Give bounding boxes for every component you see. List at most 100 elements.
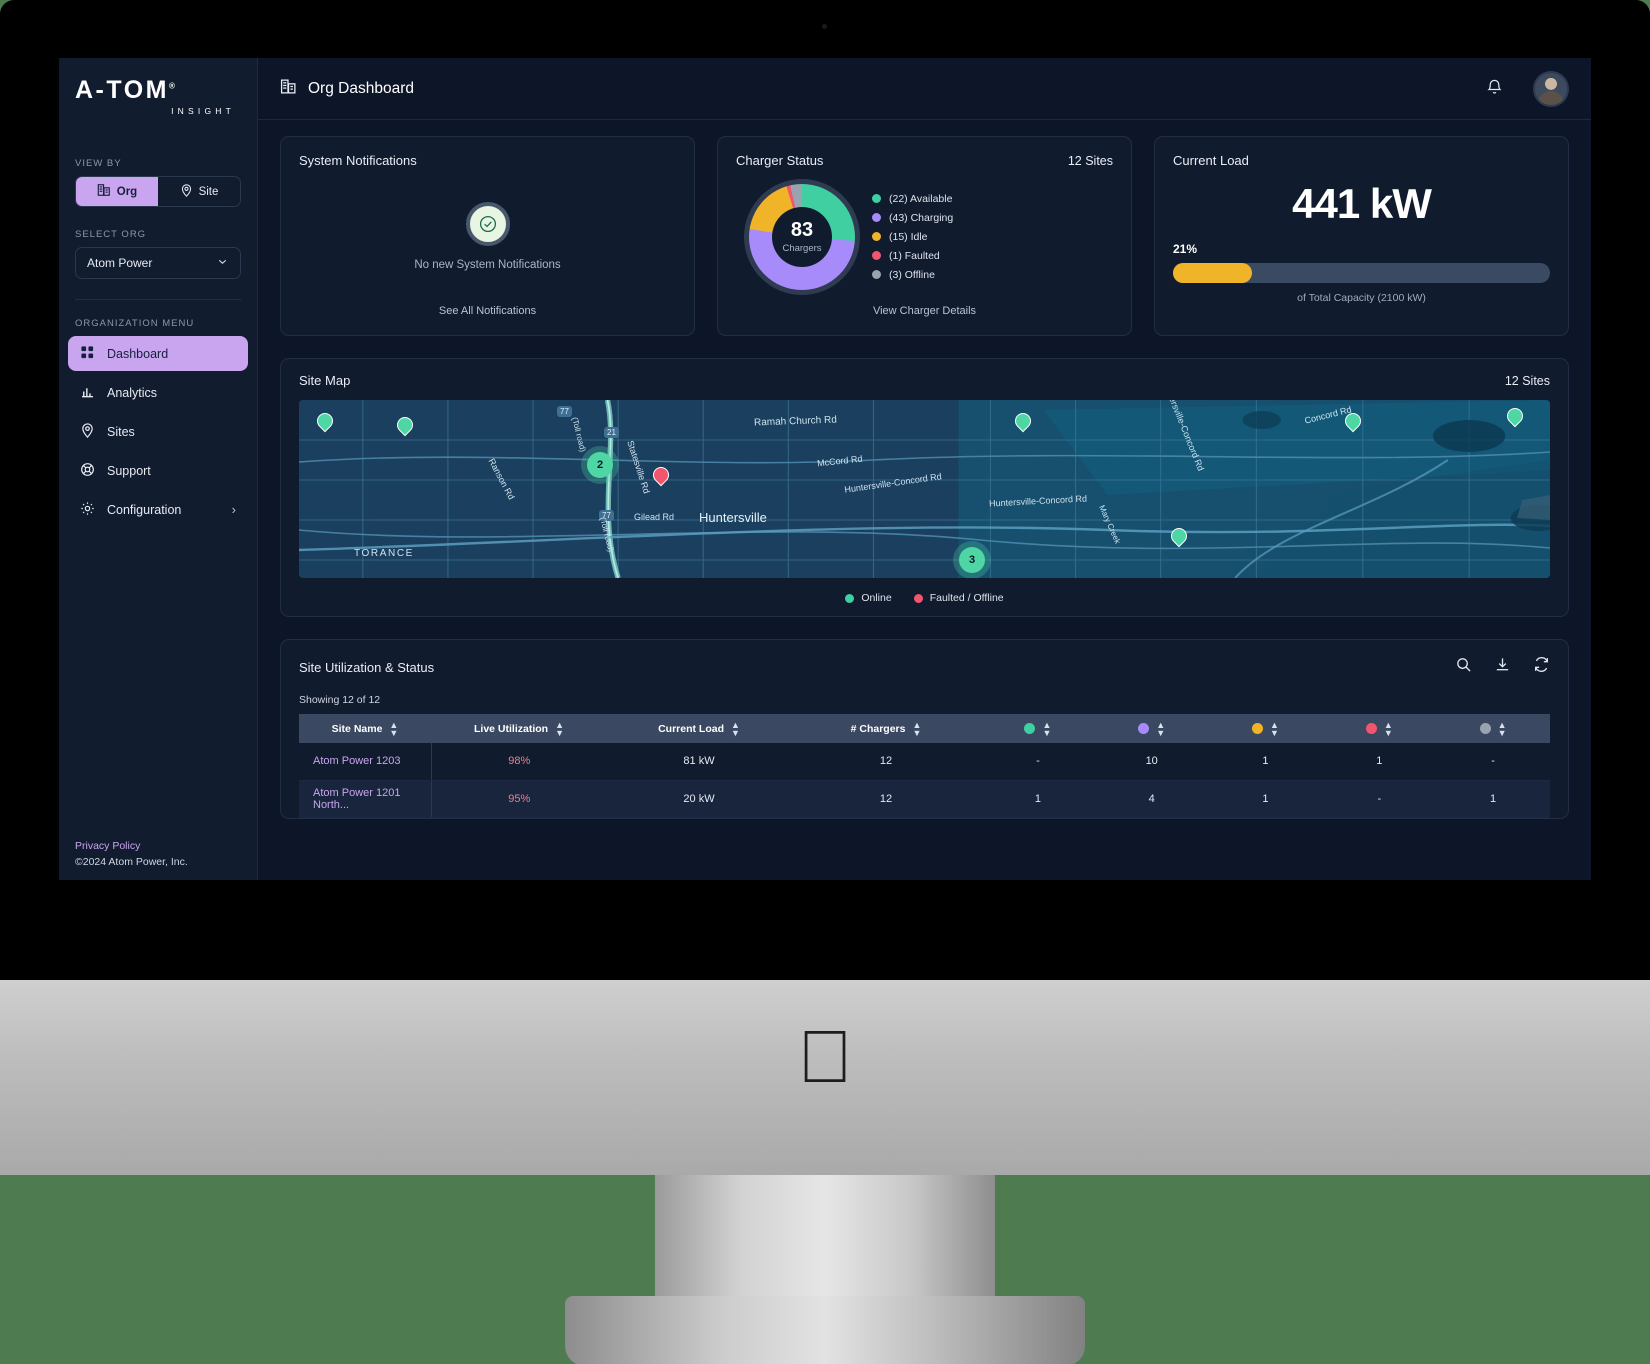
site-map-header: Site Map 12 Sites	[299, 373, 1550, 388]
table-head: Site Name ▲ ▼ Live Utilization ▲ ▼ Curre…	[299, 714, 1550, 743]
current-load-title: Current Load	[1173, 153, 1249, 168]
site-map-legend: Online Faulted / Offline	[299, 592, 1550, 604]
gear-icon	[80, 501, 95, 519]
privacy-policy-link[interactable]: Privacy Policy	[75, 840, 241, 852]
sort-icon: ▲ ▼	[1497, 719, 1507, 738]
map-legend-label-online: Online	[861, 592, 892, 604]
main-area: Org Dashboard System Notifications No ne…	[258, 58, 1591, 880]
map-cluster-count: 3	[968, 554, 976, 566]
sidebar-item-configuration[interactable]: Configuration ›	[68, 492, 248, 527]
view-by-label: VIEW BY	[75, 158, 122, 169]
sidebar-item-configuration-label: Configuration	[107, 502, 182, 517]
view-by-toggle[interactable]: Org Site	[75, 176, 241, 207]
chevron-down-icon	[216, 255, 229, 271]
site-utilization-table: Site Name ▲ ▼ Live Utilization ▲ ▼ Curre…	[299, 714, 1550, 818]
map-label-huntersville: Huntersville	[699, 510, 767, 525]
cell-site-name[interactable]: Atom Power 1203	[299, 743, 432, 781]
legend-label-charging: (43) Charging	[889, 211, 954, 224]
cell-current-load: 20 kW	[607, 780, 791, 818]
system-notifications-body: No new System Notifications	[299, 168, 676, 305]
cell-available: -	[981, 743, 1095, 781]
legend-item-idle: (15) Idle	[872, 231, 953, 243]
charger-status-header: Charger Status 12 Sites	[736, 153, 1113, 168]
sort-icon: ▲ ▼	[555, 719, 564, 738]
route-shield-77: 77	[557, 406, 572, 417]
legend-dot-idle	[872, 232, 881, 241]
column-header-num-chargers[interactable]: # Chargers ▲ ▼	[791, 714, 981, 743]
table-row[interactable]: Atom Power 1203 98% 81 kW 12 - 10 1 1 -	[299, 743, 1550, 781]
current-load-capacity-note: of Total Capacity (2100 kW)	[1297, 292, 1426, 304]
sidebar-divider	[75, 299, 241, 300]
organization-menu-label: ORGANIZATION MENU	[75, 318, 195, 329]
table-row[interactable]: Atom Power 1201 North... 95% 20 kW 12 1 …	[299, 780, 1550, 818]
cell-live-utilization: 98%	[431, 743, 607, 781]
map-pin-site[interactable]	[393, 413, 417, 439]
map-cluster-count: 2	[596, 459, 604, 471]
map-pin-site[interactable]	[1341, 409, 1365, 435]
map-legend-dot-online	[845, 593, 855, 603]
legend-dot-charging	[872, 213, 881, 222]
avatar[interactable]	[1533, 70, 1569, 107]
sidebar-item-support[interactable]: Support	[68, 453, 248, 488]
map-pin-site-faulted[interactable]	[649, 463, 673, 489]
org-select[interactable]: Atom Power	[75, 247, 241, 279]
sidebar-item-dashboard[interactable]: Dashboard	[68, 336, 248, 371]
column-header-charging[interactable]: ▲ ▼	[1094, 714, 1209, 743]
search-icon[interactable]	[1455, 656, 1472, 678]
refresh-icon[interactable]	[1533, 656, 1550, 678]
map-pin-site[interactable]	[1167, 524, 1191, 550]
charger-status-sites-count: 12 Sites	[1067, 153, 1113, 168]
check-circle-icon	[465, 202, 510, 246]
cell-site-name[interactable]: Atom Power 1201 North...	[299, 780, 432, 818]
view-charger-details-link[interactable]: View Charger Details	[736, 305, 1113, 319]
site-utilization-header: Site Utilization & Status	[299, 656, 1550, 678]
imac-monitor: A-TOM® INSIGHT VIEW BY Org Site SELECT O…	[0, 0, 1650, 980]
column-header-current-load[interactable]: Current Load ▲ ▼	[607, 714, 791, 743]
legend-item-faulted: (1) Faulted	[872, 250, 953, 262]
charger-status-legend: (22) Available (43) Charging (15) Idle (…	[872, 193, 953, 281]
map-pin-site[interactable]	[1011, 409, 1035, 435]
map-pin-icon	[649, 463, 673, 487]
sort-icon: ▲ ▼	[1042, 719, 1052, 738]
legend-dot-offline	[872, 270, 881, 279]
legend-item-charging: (43) Charging	[872, 212, 953, 224]
sidebar-footer: Privacy Policy ©2024 Atom Power, Inc.	[59, 840, 257, 868]
current-load-progress-track	[1173, 263, 1550, 283]
column-header-offline[interactable]: ▲ ▼	[1436, 714, 1550, 743]
view-by-org-button[interactable]: Org	[76, 177, 158, 206]
route-shield-21: 21	[604, 427, 619, 438]
see-all-notifications-link[interactable]: See All Notifications	[299, 305, 676, 319]
donut-center: 83 Chargers	[772, 206, 832, 267]
screen: A-TOM® INSIGHT VIEW BY Org Site SELECT O…	[59, 58, 1591, 880]
download-icon[interactable]	[1494, 656, 1511, 678]
column-label-site-name: Site Name	[331, 722, 383, 735]
site-map-canvas[interactable]: 77 21 77 Ramah Church Rd Huntersville TO…	[299, 400, 1550, 578]
chevron-right-icon: ›	[231, 502, 236, 517]
sidebar-item-analytics[interactable]: Analytics	[68, 375, 248, 410]
column-label-live-utilization: Live Utilization	[473, 722, 549, 735]
org-select-value: Atom Power	[87, 256, 153, 270]
select-org-section: SELECT ORG Atom Power	[59, 229, 257, 279]
imac-stand-foot	[565, 1296, 1085, 1364]
column-header-available[interactable]: ▲ ▼	[981, 714, 1095, 743]
sort-icon: ▲ ▼	[1270, 719, 1279, 738]
map-pin-site[interactable]	[1503, 404, 1527, 430]
map-pin-icon	[80, 422, 95, 441]
cell-charging: 4	[1094, 780, 1209, 818]
column-header-site-name[interactable]: Site Name ▲ ▼	[299, 714, 431, 743]
column-header-idle[interactable]: ▲ ▼	[1208, 714, 1323, 743]
site-utilization-actions	[1455, 656, 1550, 678]
view-by-org-label: Org	[116, 185, 138, 198]
view-by-section: VIEW BY Org Site	[59, 158, 257, 207]
view-by-site-button[interactable]: Site	[158, 177, 240, 206]
column-header-faulted[interactable]: ▲ ▼	[1322, 714, 1437, 743]
map-cluster-marker[interactable]: 3	[959, 547, 985, 573]
map-cluster-marker[interactable]: 2	[587, 452, 613, 478]
sidebar-item-sites[interactable]: Sites	[68, 414, 248, 449]
notification-bell-icon[interactable]	[1485, 77, 1504, 101]
sidebar-item-support-label: Support	[107, 463, 151, 478]
column-header-live-utilization[interactable]: Live Utilization ▲ ▼	[431, 714, 607, 743]
map-pin-site[interactable]	[313, 409, 337, 435]
map-pin-icon	[1167, 524, 1191, 548]
map-pin-icon	[313, 409, 337, 433]
